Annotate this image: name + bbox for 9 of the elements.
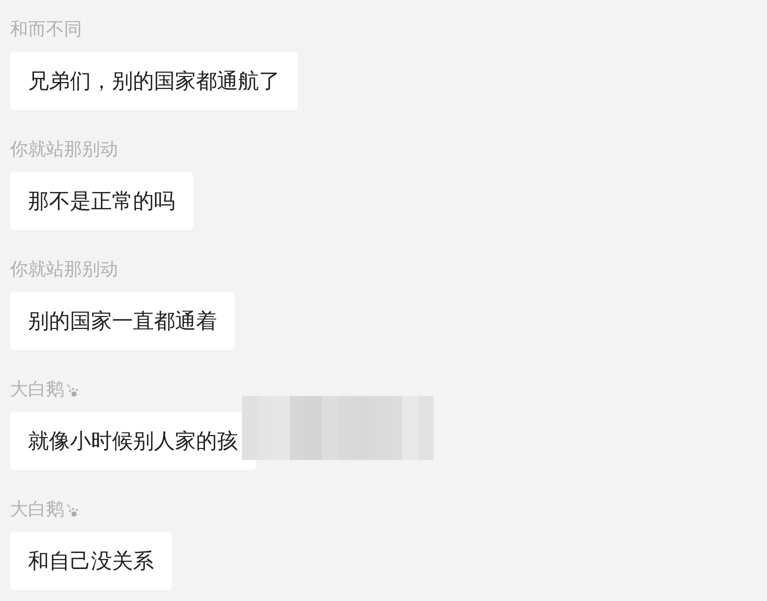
message-bubble: 和自己没关系 — [10, 532, 172, 590]
message-bubble: 兄弟们，别的国家都通航了 — [10, 52, 298, 110]
sender-name: 你就站那别动 — [10, 258, 118, 282]
message-bubble: 别的国家一直都通着 — [10, 292, 235, 350]
sender-name: 大白鹅 — [10, 378, 64, 402]
message-bubble: 那不是正常的吗 — [10, 172, 193, 230]
sender-name: 大白鹅 — [10, 498, 64, 522]
sender-name: 和而不同 — [10, 18, 82, 42]
sender-name: 你就站那别动 — [10, 138, 118, 162]
